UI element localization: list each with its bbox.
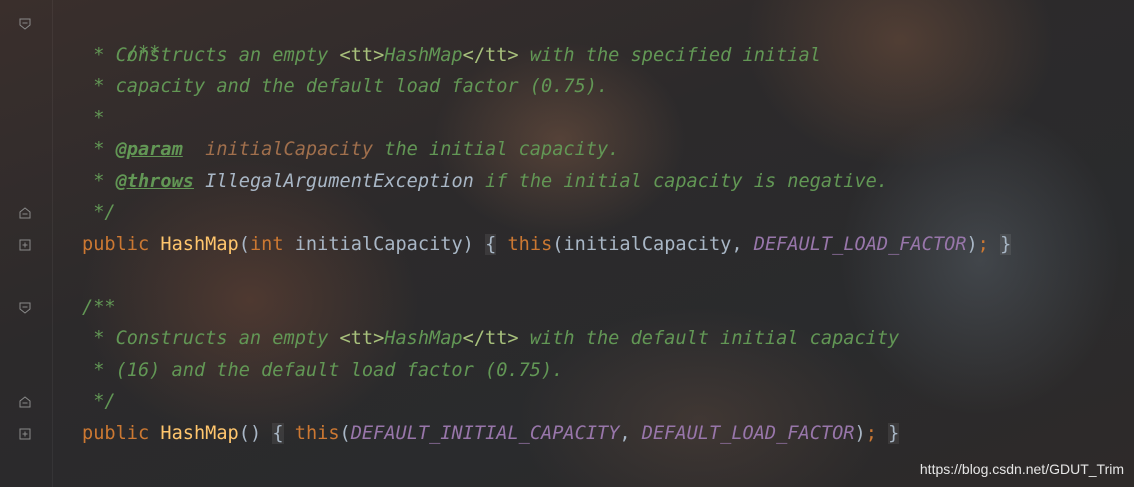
code-line[interactable]: * <box>82 104 104 134</box>
paren-close: ) <box>462 234 474 255</box>
doc-spacer <box>183 139 205 160</box>
folded-brace-open[interactable]: { <box>485 234 497 255</box>
semicolon: ; <box>865 423 877 444</box>
doc-tt-open-tag: <tt> <box>339 45 385 66</box>
fold-end-icon[interactable] <box>19 396 31 408</box>
fold-end-icon[interactable] <box>19 207 31 219</box>
constant-default-load-factor[interactable]: DEFAULT_LOAD_FACTOR <box>754 234 967 255</box>
semicolon: ; <box>977 234 989 255</box>
code-editor[interactable]: /** * Constructs an empty <tt>HashMap</t… <box>0 0 1134 487</box>
doc-throws-tag: @throws <box>115 171 194 192</box>
fold-expand-icon[interactable] <box>19 239 31 251</box>
doc-tt-close-tag: </tt> <box>462 328 519 349</box>
constant-default-load-factor[interactable]: DEFAULT_LOAD_FACTOR <box>642 423 855 444</box>
doc-comment-text: * (16) and the default load factor (0.75… <box>82 360 564 381</box>
code-line[interactable]: */ <box>82 387 116 417</box>
keyword-this: this <box>294 423 340 444</box>
arg-separator: , <box>619 423 642 444</box>
code-line[interactable]: * (16) and the default load factor (0.75… <box>82 356 563 386</box>
code-line[interactable]: */ <box>82 198 116 228</box>
type-int: int <box>249 234 284 255</box>
doc-comment-text: with the default initial capacity <box>518 328 900 349</box>
code-line[interactable]: public HashMap(int initialCapacity) { th… <box>82 230 1012 260</box>
folded-brace-close[interactable]: } <box>888 423 900 444</box>
code-line[interactable]: * Constructs an empty <tt>HashMap</tt> w… <box>82 41 821 71</box>
doc-comment-end: */ <box>82 202 116 223</box>
doc-param-name: initialCapacity <box>205 139 374 160</box>
doc-comment-text: * Constructs an empty <box>82 45 340 66</box>
doc-comment-text: * Constructs an empty <box>82 328 340 349</box>
doc-class-name: HashMap <box>384 328 463 349</box>
doc-comment-text: with the specified initial <box>518 45 821 66</box>
doc-throws-description: if the initial capacity is negative. <box>473 171 889 192</box>
doc-comment-start: /** <box>82 297 116 318</box>
paren-open: ( <box>238 234 250 255</box>
keyword-this: this <box>507 234 553 255</box>
code-line[interactable]: public HashMap() { this(DEFAULT_INITIAL_… <box>82 419 900 449</box>
doc-tt-open-tag: <tt> <box>339 328 385 349</box>
fold-expand-icon[interactable] <box>19 428 31 440</box>
code-line[interactable]: * @param initialCapacity the initial cap… <box>82 135 619 165</box>
fold-collapse-icon[interactable] <box>19 302 31 314</box>
fold-collapse-icon[interactable] <box>19 18 31 30</box>
doc-class-name: HashMap <box>384 45 463 66</box>
doc-tt-close-tag: </tt> <box>462 45 519 66</box>
keyword-public: public <box>82 234 150 255</box>
folded-brace-close[interactable]: } <box>1000 234 1012 255</box>
doc-comment-end: */ <box>82 391 116 412</box>
doc-comment-text: * <box>82 139 116 160</box>
constructor-name[interactable]: HashMap <box>160 234 238 255</box>
param-name: initialCapacity <box>283 234 463 255</box>
doc-comment-text: * capacity and the default load factor (… <box>82 76 609 97</box>
code-line[interactable]: * @throws IllegalArgumentException if th… <box>82 167 888 197</box>
doc-exception-type[interactable]: IllegalArgumentException <box>205 171 474 192</box>
call-args-close: ) <box>966 234 978 255</box>
folded-brace-open[interactable]: { <box>272 423 284 444</box>
parens: () <box>238 423 262 444</box>
editor-gutter <box>0 0 53 487</box>
code-line[interactable]: * Constructs an empty <tt>HashMap</tt> w… <box>82 324 899 354</box>
keyword-public: public <box>82 423 150 444</box>
code-line[interactable]: /** <box>82 9 161 64</box>
constructor-name[interactable]: HashMap <box>160 423 238 444</box>
call-args-open: ( <box>339 423 351 444</box>
doc-spacer <box>194 171 205 192</box>
watermark-url: https://blog.csdn.net/GDUT_Trim <box>919 461 1124 477</box>
call-args: (initialCapacity, <box>552 234 754 255</box>
doc-comment-text: * <box>82 171 116 192</box>
constant-default-initial-capacity[interactable]: DEFAULT_INITIAL_CAPACITY <box>351 423 620 444</box>
code-line[interactable]: * capacity and the default load factor (… <box>82 72 608 102</box>
call-args-close: ) <box>854 423 866 444</box>
doc-param-tag: @param <box>115 139 183 160</box>
doc-param-description: the initial capacity. <box>373 139 620 160</box>
code-line[interactable]: /** <box>82 293 116 323</box>
doc-comment-text: * <box>82 108 105 129</box>
